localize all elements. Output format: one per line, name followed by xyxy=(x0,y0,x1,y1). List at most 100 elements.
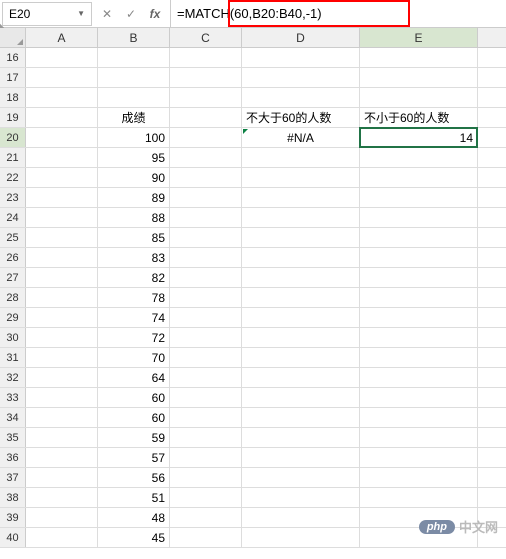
cell-A34[interactable] xyxy=(26,408,98,427)
cell-B16[interactable] xyxy=(98,48,170,67)
row-header-23[interactable]: 23 xyxy=(0,188,26,207)
cell-D22[interactable] xyxy=(242,168,360,187)
cell-A26[interactable] xyxy=(26,248,98,267)
cell-B36[interactable]: 57 xyxy=(98,448,170,467)
row-header-27[interactable]: 27 xyxy=(0,268,26,287)
cell-D19[interactable]: 不大于60的人数 xyxy=(242,108,360,127)
cell-D17[interactable] xyxy=(242,68,360,87)
cell-C29[interactable] xyxy=(170,308,242,327)
cell-A30[interactable] xyxy=(26,328,98,347)
cell-B29[interactable]: 74 xyxy=(98,308,170,327)
cell-B25[interactable]: 85 xyxy=(98,228,170,247)
cell-A38[interactable] xyxy=(26,488,98,507)
row-header-26[interactable]: 26 xyxy=(0,248,26,267)
cell-D30[interactable] xyxy=(242,328,360,347)
cell-C36[interactable] xyxy=(170,448,242,467)
cell-E20[interactable]: 14 xyxy=(360,128,478,147)
cell-B22[interactable]: 90 xyxy=(98,168,170,187)
cell-A21[interactable] xyxy=(26,148,98,167)
cell-D16[interactable] xyxy=(242,48,360,67)
cell-C32[interactable] xyxy=(170,368,242,387)
cell-C22[interactable] xyxy=(170,168,242,187)
cell-C39[interactable] xyxy=(170,508,242,527)
cell-B28[interactable]: 78 xyxy=(98,288,170,307)
cell-C28[interactable] xyxy=(170,288,242,307)
cell-A27[interactable] xyxy=(26,268,98,287)
cell-B34[interactable]: 60 xyxy=(98,408,170,427)
cell-D21[interactable] xyxy=(242,148,360,167)
cell-E16[interactable] xyxy=(360,48,478,67)
cell-A20[interactable] xyxy=(26,128,98,147)
cell-A31[interactable] xyxy=(26,348,98,367)
cell-E29[interactable] xyxy=(360,308,478,327)
cell-A23[interactable] xyxy=(26,188,98,207)
cell-E27[interactable] xyxy=(360,268,478,287)
cell-A32[interactable] xyxy=(26,368,98,387)
cell-A16[interactable] xyxy=(26,48,98,67)
cell-D25[interactable] xyxy=(242,228,360,247)
row-header-36[interactable]: 36 xyxy=(0,448,26,467)
cell-E19[interactable]: 不小于60的人数 xyxy=(360,108,478,127)
cell-B38[interactable]: 51 xyxy=(98,488,170,507)
col-header-A[interactable]: A xyxy=(26,28,98,47)
cell-D32[interactable] xyxy=(242,368,360,387)
cell-C40[interactable] xyxy=(170,528,242,547)
cell-C37[interactable] xyxy=(170,468,242,487)
cell-C35[interactable] xyxy=(170,428,242,447)
cell-C21[interactable] xyxy=(170,148,242,167)
cell-B40[interactable]: 45 xyxy=(98,528,170,547)
cell-D38[interactable] xyxy=(242,488,360,507)
row-header-38[interactable]: 38 xyxy=(0,488,26,507)
row-header-24[interactable]: 24 xyxy=(0,208,26,227)
cell-B31[interactable]: 70 xyxy=(98,348,170,367)
cell-E37[interactable] xyxy=(360,468,478,487)
cell-E24[interactable] xyxy=(360,208,478,227)
formula-input[interactable]: =MATCH(60,B20:B40,-1) xyxy=(171,2,506,26)
row-header-18[interactable]: 18 xyxy=(0,88,26,107)
cell-A37[interactable] xyxy=(26,468,98,487)
cell-D29[interactable] xyxy=(242,308,360,327)
col-header-D[interactable]: D xyxy=(242,28,360,47)
cell-D39[interactable] xyxy=(242,508,360,527)
cell-C25[interactable] xyxy=(170,228,242,247)
cell-D35[interactable] xyxy=(242,428,360,447)
cell-D31[interactable] xyxy=(242,348,360,367)
col-header-B[interactable]: B xyxy=(98,28,170,47)
row-header-31[interactable]: 31 xyxy=(0,348,26,367)
cell-A19[interactable] xyxy=(26,108,98,127)
name-box[interactable]: E20 ▼ xyxy=(2,2,92,26)
cell-E34[interactable] xyxy=(360,408,478,427)
row-header-30[interactable]: 30 xyxy=(0,328,26,347)
fx-button[interactable]: fx xyxy=(144,3,166,25)
cell-E17[interactable] xyxy=(360,68,478,87)
cell-A35[interactable] xyxy=(26,428,98,447)
cell-C27[interactable] xyxy=(170,268,242,287)
cell-B21[interactable]: 95 xyxy=(98,148,170,167)
row-header-37[interactable]: 37 xyxy=(0,468,26,487)
cell-C23[interactable] xyxy=(170,188,242,207)
row-header-22[interactable]: 22 xyxy=(0,168,26,187)
cell-C17[interactable] xyxy=(170,68,242,87)
cell-E33[interactable] xyxy=(360,388,478,407)
row-header-28[interactable]: 28 xyxy=(0,288,26,307)
select-all-corner[interactable] xyxy=(0,28,26,47)
cell-E31[interactable] xyxy=(360,348,478,367)
cell-E36[interactable] xyxy=(360,448,478,467)
row-header-40[interactable]: 40 xyxy=(0,528,26,547)
cell-C38[interactable] xyxy=(170,488,242,507)
cell-B27[interactable]: 82 xyxy=(98,268,170,287)
name-box-dropdown-icon[interactable]: ▼ xyxy=(77,9,85,18)
row-header-34[interactable]: 34 xyxy=(0,408,26,427)
cell-B23[interactable]: 89 xyxy=(98,188,170,207)
col-header-E[interactable]: E xyxy=(360,28,478,47)
cell-A36[interactable] xyxy=(26,448,98,467)
cell-C20[interactable] xyxy=(170,128,242,147)
cell-C19[interactable] xyxy=(170,108,242,127)
cell-A24[interactable] xyxy=(26,208,98,227)
cell-C31[interactable] xyxy=(170,348,242,367)
cell-A18[interactable] xyxy=(26,88,98,107)
spreadsheet-grid[interactable]: A B C D E 16171819成绩不大于60的人数不小于60的人数2010… xyxy=(0,28,506,548)
row-header-16[interactable]: 16 xyxy=(0,48,26,67)
cell-E18[interactable] xyxy=(360,88,478,107)
cell-C24[interactable] xyxy=(170,208,242,227)
